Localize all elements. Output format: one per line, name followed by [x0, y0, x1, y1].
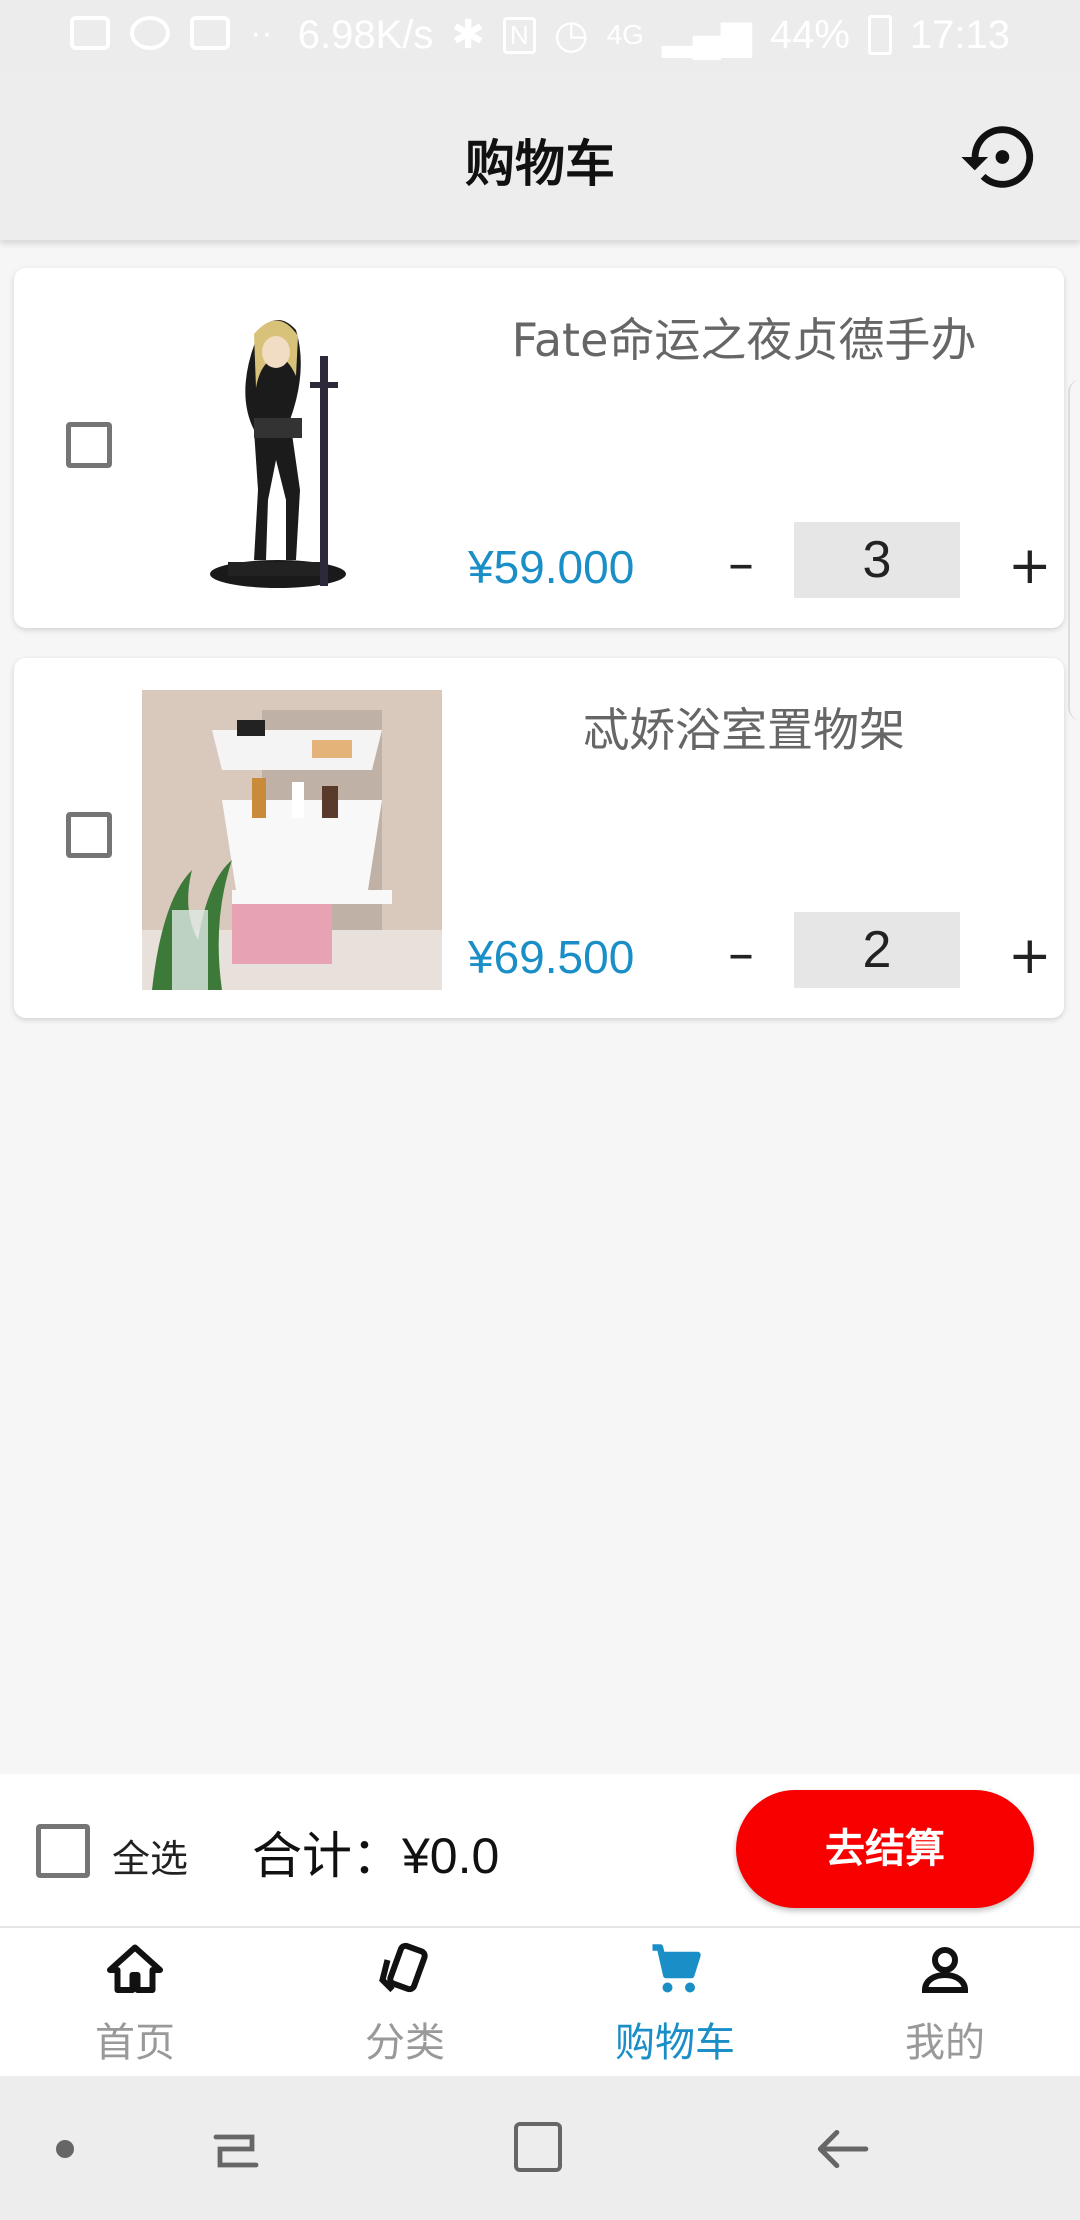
- page-title: 购物车: [465, 135, 615, 193]
- cart-item: Fate命运之夜贞德手办 ¥59.000 – 3 +: [14, 268, 1064, 628]
- bottom-navigation: 首页 分类 购物车 我的: [0, 1928, 1080, 2076]
- quantity-value[interactable]: 2: [794, 912, 960, 988]
- battery-percent: 44%: [769, 12, 850, 57]
- nav-label-category: 分类: [365, 2020, 445, 2066]
- nav-label-cart: 购物车: [615, 2020, 735, 2066]
- product-image[interactable]: [142, 690, 442, 990]
- product-name[interactable]: Fate命运之夜贞德手办: [444, 304, 1044, 370]
- home-button-icon[interactable]: [514, 2122, 562, 2172]
- quantity-value[interactable]: 3: [794, 522, 960, 598]
- total-amount: 合计：¥0.0: [252, 1828, 500, 1884]
- select-all-checkbox[interactable]: [36, 1824, 90, 1878]
- cart-item: 忒娇浴室置物架 ¥69.500 – 2 +: [14, 658, 1064, 1018]
- nav-item-cart[interactable]: 购物车: [540, 1928, 810, 2076]
- assistant-dot-icon[interactable]: [56, 2140, 74, 2158]
- figure-image: [142, 300, 442, 600]
- recent-apps-icon[interactable]: [210, 2124, 262, 2174]
- bathroom-shelf-image: [142, 690, 442, 990]
- decrease-quantity-button[interactable]: –: [728, 534, 754, 594]
- cart-icon: [652, 1944, 701, 1993]
- product-price: ¥59.000: [468, 541, 635, 593]
- scroll-indicator: [1068, 380, 1080, 720]
- clock: 17:13: [909, 12, 1010, 57]
- select-all-label[interactable]: 全选: [112, 1828, 188, 1883]
- nav-item-profile[interactable]: 我的: [810, 1928, 1080, 2076]
- nav-label-home: 首页: [95, 2020, 175, 2066]
- weather-icon: [130, 16, 170, 50]
- nav-label-profile: 我的: [905, 2020, 985, 2066]
- status-bar: ·· 6.98K/s ✱ N ◷ 4G ▂▄▆ 44% 17:13: [0, 0, 1080, 72]
- checkout-bar: 全选 合计：¥0.0 去结算: [0, 1774, 1080, 1928]
- bluetooth-icon: ✱: [451, 13, 485, 57]
- increase-quantity-button[interactable]: +: [1008, 536, 1052, 596]
- decrease-quantity-button[interactable]: –: [728, 924, 754, 984]
- nav-item-home[interactable]: 首页: [0, 1928, 270, 2076]
- app-bar: 购物车: [0, 72, 1080, 240]
- signal-icon: ▂▄▆: [661, 13, 752, 57]
- product-image[interactable]: [142, 300, 442, 600]
- product-price: ¥69.500: [468, 931, 635, 983]
- checkout-button[interactable]: 去结算: [736, 1790, 1034, 1908]
- category-icon: [379, 1942, 428, 1993]
- more-notifications-icon: ··: [250, 14, 273, 52]
- home-icon: [107, 1944, 163, 1993]
- item-checkbox[interactable]: [66, 812, 112, 858]
- alarm-icon: ◷: [553, 13, 589, 57]
- network-speed: 6.98K/s: [297, 12, 434, 57]
- item-checkbox[interactable]: [66, 422, 112, 468]
- back-icon[interactable]: [812, 2124, 870, 2174]
- battery-icon: [867, 15, 892, 55]
- status-right: 6.98K/s ✱ N ◷ 4G ▂▄▆ 44% 17:13: [298, 12, 1010, 58]
- nav-item-category[interactable]: 分类: [270, 1928, 540, 2076]
- person-icon: [921, 1947, 969, 1993]
- history-icon[interactable]: [958, 116, 1040, 198]
- nfc-icon: N: [502, 16, 536, 54]
- product-name[interactable]: 忒娇浴室置物架: [444, 694, 1044, 760]
- increase-quantity-button[interactable]: +: [1008, 926, 1052, 986]
- gallery-icon: [70, 16, 110, 50]
- status-left-icons: ··: [70, 16, 273, 50]
- notification-icon: [190, 16, 230, 50]
- system-navigation-bar: [0, 2076, 1080, 2220]
- network-type: 4G: [606, 19, 644, 50]
